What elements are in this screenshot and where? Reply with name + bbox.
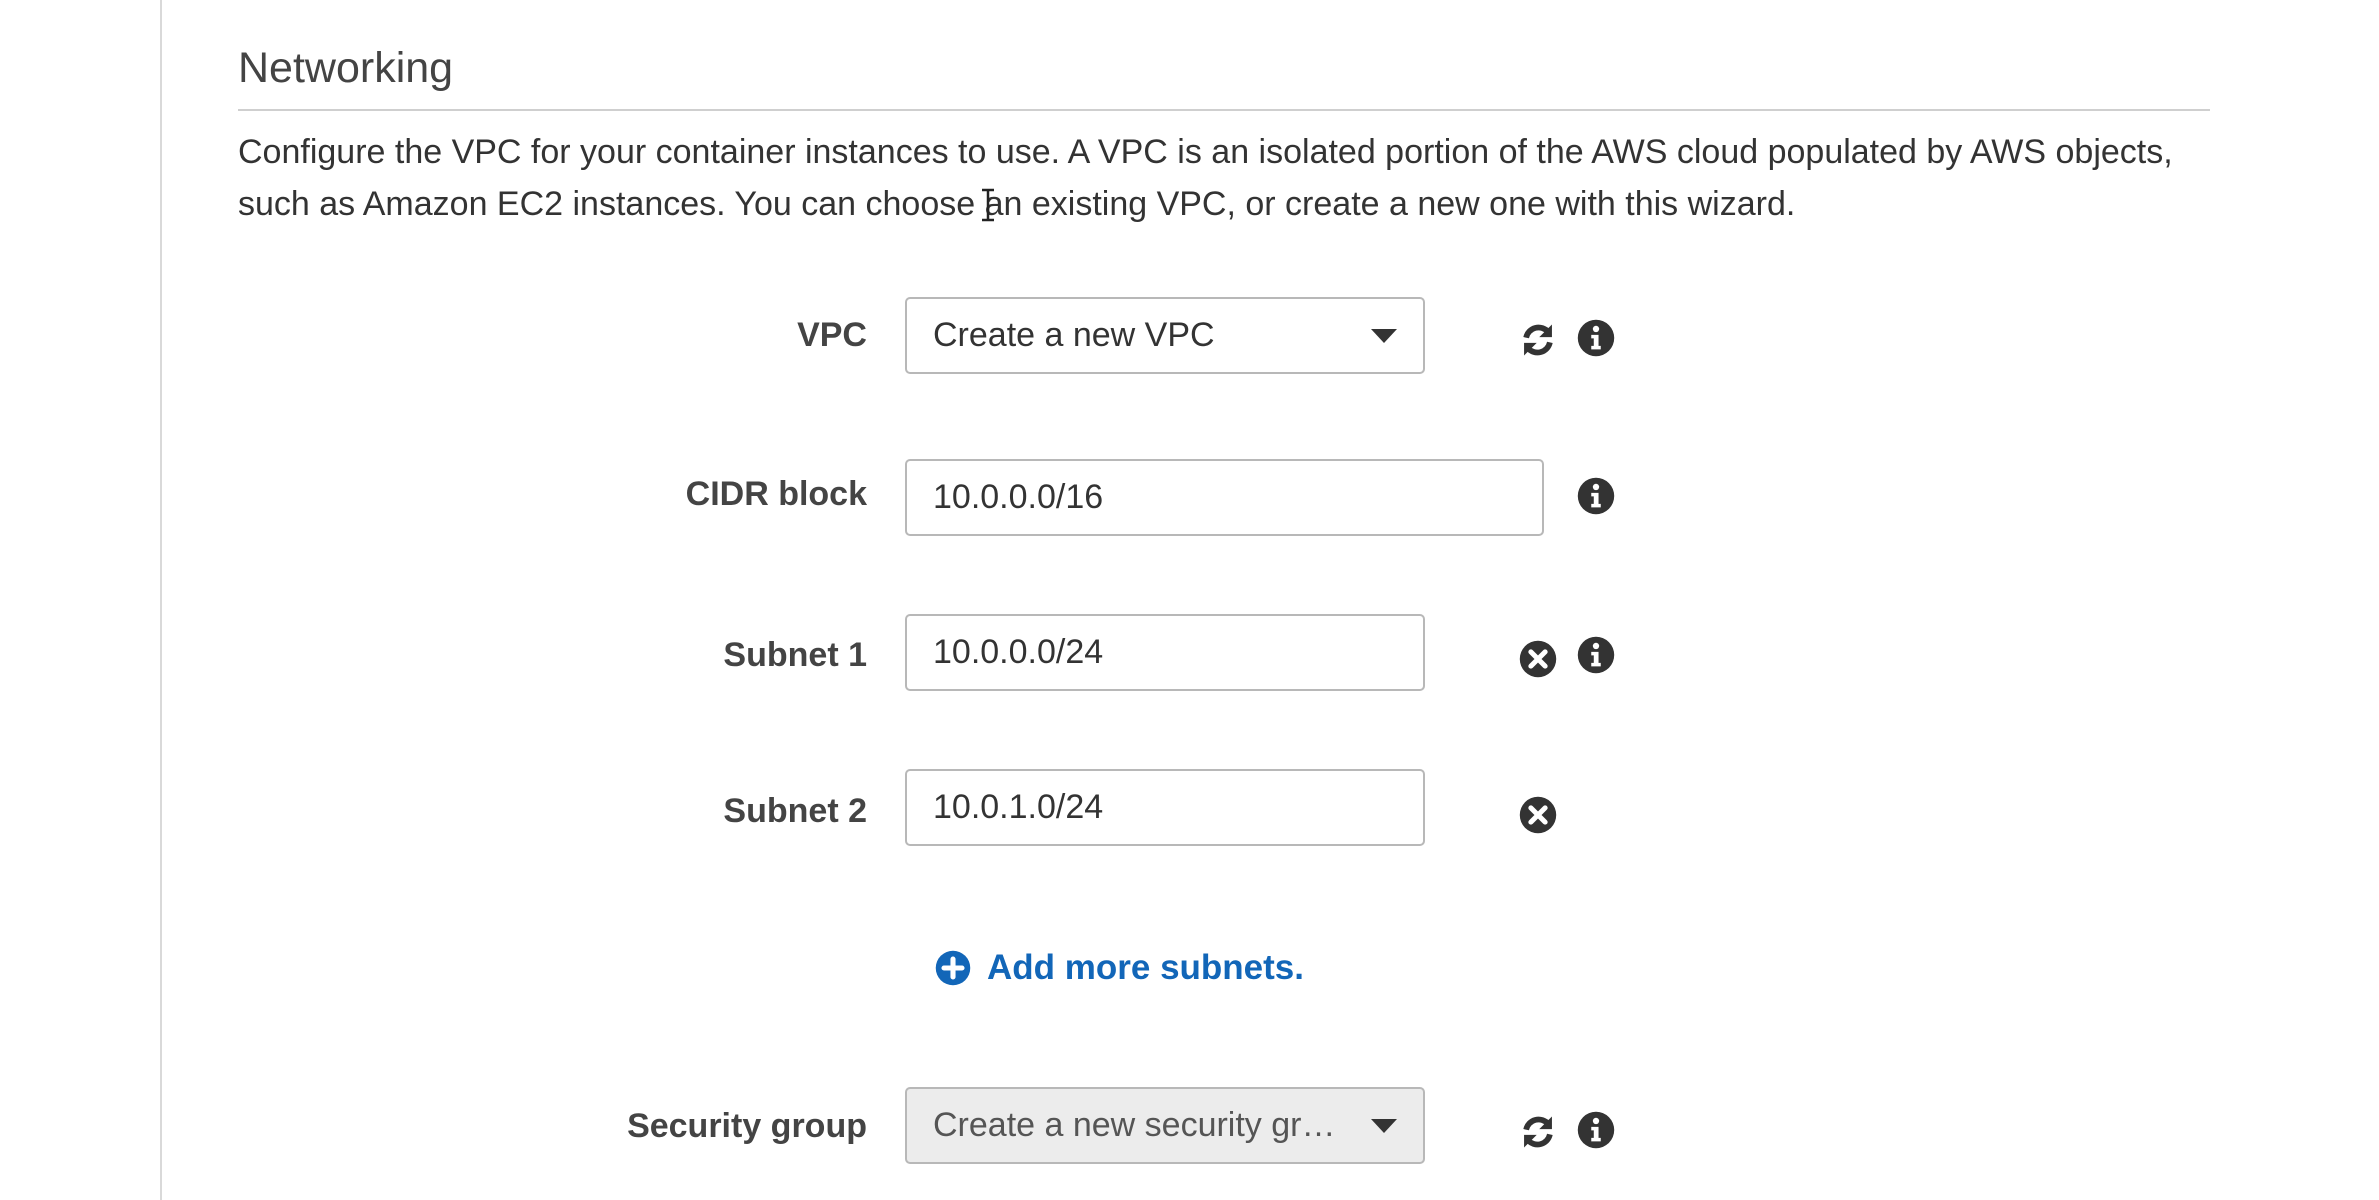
- subnet2-input[interactable]: 10.0.1.0/24: [905, 769, 1425, 846]
- info-icon[interactable]: [1577, 636, 1615, 674]
- info-icon[interactable]: [1577, 477, 1615, 515]
- cidr-input[interactable]: 10.0.0.0/16: [905, 459, 1544, 536]
- plus-circle-icon: [935, 950, 971, 986]
- add-more-subnets-label: Add more subnets.: [987, 948, 1304, 987]
- remove-icon[interactable]: [1519, 796, 1557, 834]
- subnet2-label: Subnet 2: [723, 792, 867, 830]
- subnet1-input-value: 10.0.0.0/24: [933, 633, 1104, 671]
- chevron-down-icon: [1371, 328, 1397, 343]
- remove-icon[interactable]: [1519, 640, 1557, 678]
- subnet1-label: Subnet 1: [723, 636, 867, 674]
- vpc-label: VPC: [797, 316, 867, 354]
- security-group-select[interactable]: Create a new security gr…: [905, 1087, 1425, 1164]
- vpc-select-value: Create a new VPC: [933, 316, 1215, 354]
- cidr-input-value: 10.0.0.0/16: [933, 478, 1104, 516]
- refresh-icon[interactable]: [1519, 1113, 1557, 1151]
- subnet1-input[interactable]: 10.0.0.0/24: [905, 614, 1425, 691]
- section-title: Networking: [238, 44, 454, 92]
- left-border: [160, 0, 162, 1200]
- chevron-down-icon: [1371, 1118, 1397, 1133]
- info-icon[interactable]: [1577, 319, 1615, 357]
- info-icon[interactable]: [1577, 1111, 1615, 1149]
- vpc-select[interactable]: Create a new VPC: [905, 297, 1425, 374]
- security-group-label: Security group: [627, 1107, 867, 1145]
- subnet2-input-value: 10.0.1.0/24: [933, 788, 1104, 826]
- refresh-icon[interactable]: [1519, 321, 1557, 359]
- text-cursor-icon: [982, 188, 994, 222]
- cidr-label: CIDR block: [685, 475, 867, 513]
- section-divider: [238, 109, 2210, 111]
- section-description: Configure the VPC for your container ins…: [238, 133, 2173, 223]
- add-more-subnets-link[interactable]: Add more subnets.: [935, 948, 1304, 988]
- security-group-select-value: Create a new security gr…: [933, 1106, 1336, 1144]
